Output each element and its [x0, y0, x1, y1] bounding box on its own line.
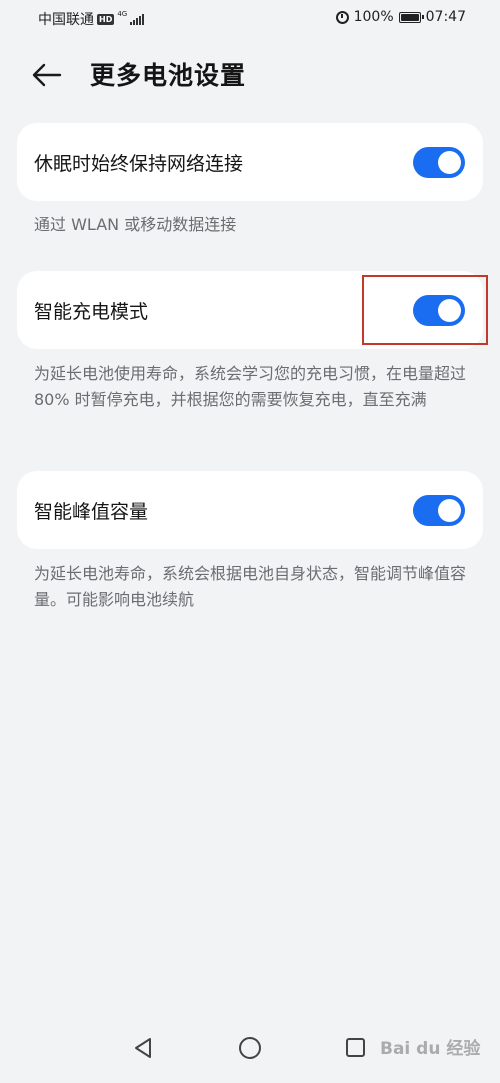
page-title: 更多电池设置 — [90, 61, 247, 90]
setting-description: 为延长电池使用寿命，系统会学习您的充电习惯，在电量超过 80% 时暂停充电，并根… — [34, 364, 467, 409]
carrier-name: 中国联通 — [38, 12, 94, 28]
status-bar: 中国联通 HD 4G 100% 07:47 — [0, 0, 500, 36]
setting-card-peak-capacity[interactable]: 智能峰值容量 — [17, 471, 483, 549]
setting-label: 智能峰值容量 — [34, 501, 149, 523]
battery-percent: 100% — [353, 9, 394, 25]
nav-recent-icon[interactable] — [346, 1038, 365, 1057]
back-button[interactable] — [30, 58, 70, 92]
status-left: 中国联通 HD 4G — [38, 9, 145, 29]
network-type: 4G — [117, 9, 128, 18]
setting-description: 为延长电池寿命，系统会根据电池自身状态，智能调节峰值容量。可能影响电池续航 — [34, 564, 467, 609]
setting-description: 通过 WLAN 或移动数据连接 — [34, 215, 237, 234]
setting-label: 智能充电模式 — [34, 301, 149, 323]
hd-badge: HD — [97, 13, 115, 25]
status-right: 100% 07:47 — [335, 9, 466, 25]
navigation-bar: Bai du 经验 — [0, 1020, 500, 1083]
setting-card-network[interactable]: 休眠时始终保持网络连接 — [17, 123, 483, 201]
header: 更多电池设置 — [0, 50, 500, 100]
alarm-icon — [335, 10, 349, 24]
signal-icon — [130, 13, 145, 25]
peak-capacity-toggle[interactable] — [413, 495, 465, 526]
highlight-box — [362, 275, 488, 345]
watermark: Bai du 经验 — [380, 1039, 481, 1059]
arrow-left-icon — [32, 63, 62, 87]
network-toggle[interactable] — [413, 147, 465, 178]
toggle-knob — [438, 499, 461, 522]
nav-back-icon[interactable] — [132, 1036, 154, 1060]
nav-home-icon[interactable] — [239, 1037, 261, 1059]
setting-label: 休眠时始终保持网络连接 — [34, 153, 244, 175]
toggle-knob — [438, 151, 461, 174]
clock: 07:47 — [425, 9, 466, 25]
battery-icon — [398, 11, 424, 23]
